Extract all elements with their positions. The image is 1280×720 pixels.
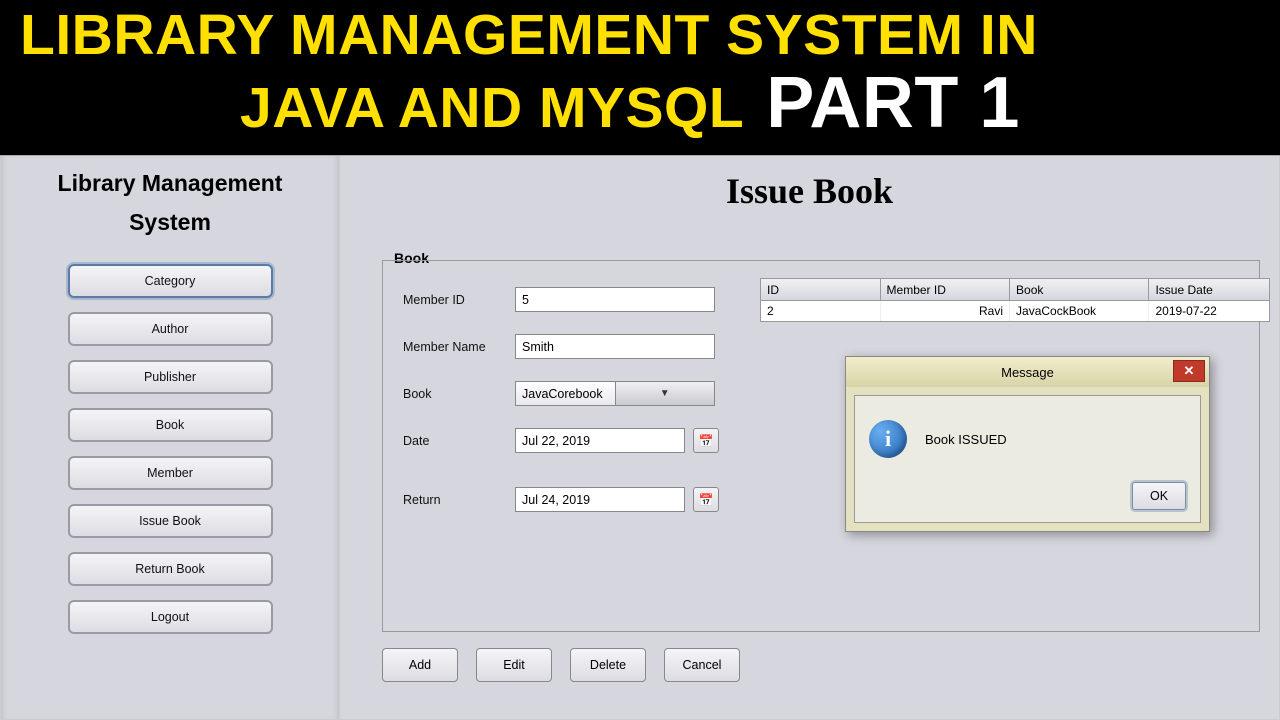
info-icon: i: [869, 420, 907, 458]
cell-book: JavaCockBook: [1010, 301, 1149, 321]
member-id-input[interactable]: [515, 287, 715, 312]
add-button[interactable]: Add: [382, 648, 458, 682]
delete-button[interactable]: Delete: [570, 648, 646, 682]
member-name-label: Member Name: [403, 340, 515, 354]
nav-author-button[interactable]: Author: [68, 312, 273, 346]
return-label: Return: [403, 493, 515, 507]
sidebar: Library Management System Category Autho…: [0, 156, 340, 720]
nav-publisher-button[interactable]: Publisher: [68, 360, 273, 394]
date-label: Date: [403, 434, 515, 448]
issued-table: ID Member ID Book Issue Date 2 Ravi Java…: [760, 278, 1270, 322]
nav-book-button[interactable]: Book: [68, 408, 273, 442]
col-id-header[interactable]: ID: [761, 279, 881, 301]
video-banner: LIBRARY MANAGEMENT SYSTEM IN JAVA AND MY…: [0, 0, 1280, 155]
dialog-close-button[interactable]: ✕: [1173, 360, 1205, 382]
cell-member-id: Ravi: [881, 301, 1010, 321]
page-title: Issue Book: [340, 170, 1279, 212]
table-header-row: ID Member ID Book Issue Date: [761, 279, 1269, 301]
cell-issue-date: 2019-07-22: [1149, 301, 1269, 321]
return-date-picker-button[interactable]: 📅: [693, 487, 719, 512]
return-input[interactable]: [515, 487, 685, 512]
sidebar-title: Library Management System: [58, 164, 283, 242]
nav-issue-book-button[interactable]: Issue Book: [68, 504, 273, 538]
nav-member-button[interactable]: Member: [68, 456, 273, 490]
nav-return-book-button[interactable]: Return Book: [68, 552, 273, 586]
table-row[interactable]: 2 Ravi JavaCockBook 2019-07-22: [761, 301, 1269, 321]
app-window: Library Management System Category Autho…: [0, 155, 1280, 720]
cancel-button[interactable]: Cancel: [664, 648, 740, 682]
member-name-input[interactable]: [515, 334, 715, 359]
close-icon: ✕: [1184, 363, 1195, 379]
main-panel: Issue Book Book Member ID Member Name Bo…: [340, 156, 1280, 720]
chevron-down-icon: ▼: [615, 382, 715, 405]
date-input[interactable]: [515, 428, 685, 453]
dialog-ok-button[interactable]: OK: [1132, 482, 1186, 510]
dialog-titlebar[interactable]: Message ✕: [846, 357, 1209, 387]
sidebar-title-line2: System: [129, 209, 211, 235]
message-dialog: Message ✕ i Book ISSUED OK: [845, 356, 1210, 532]
banner-subtitle-yellow: JAVA AND MYSQL: [240, 75, 744, 141]
col-issue-date-header[interactable]: Issue Date: [1149, 279, 1269, 301]
sidebar-title-line1: Library Management: [58, 170, 283, 196]
book-combobox[interactable]: JavaCorebook ▼: [515, 381, 715, 406]
book-label: Book: [403, 387, 515, 401]
col-member-id-header[interactable]: Member ID: [881, 279, 1010, 301]
nav-logout-button[interactable]: Logout: [68, 600, 273, 634]
col-book-header[interactable]: Book: [1010, 279, 1149, 301]
date-picker-button[interactable]: 📅: [693, 428, 719, 453]
book-combobox-value: JavaCorebook: [516, 387, 615, 401]
sidebar-nav: Category Author Publisher Book Member Is…: [68, 264, 273, 634]
cell-id: 2: [761, 301, 881, 321]
calendar-icon: 📅: [699, 434, 714, 448]
dialog-title-text: Message: [1001, 365, 1054, 380]
nav-category-button[interactable]: Category: [68, 264, 273, 298]
edit-button[interactable]: Edit: [476, 648, 552, 682]
dialog-message: Book ISSUED: [925, 432, 1007, 447]
form-actions: Add Edit Delete Cancel: [382, 648, 740, 682]
member-id-label: Member ID: [403, 293, 515, 307]
calendar-icon: 📅: [699, 493, 714, 507]
banner-subtitle-white: PART 1: [766, 62, 1020, 144]
banner-line-2: JAVA AND MYSQL PART 1: [20, 62, 1260, 144]
banner-line-1: LIBRARY MANAGEMENT SYSTEM IN: [20, 6, 1260, 66]
dialog-content: i Book ISSUED OK: [854, 395, 1201, 523]
